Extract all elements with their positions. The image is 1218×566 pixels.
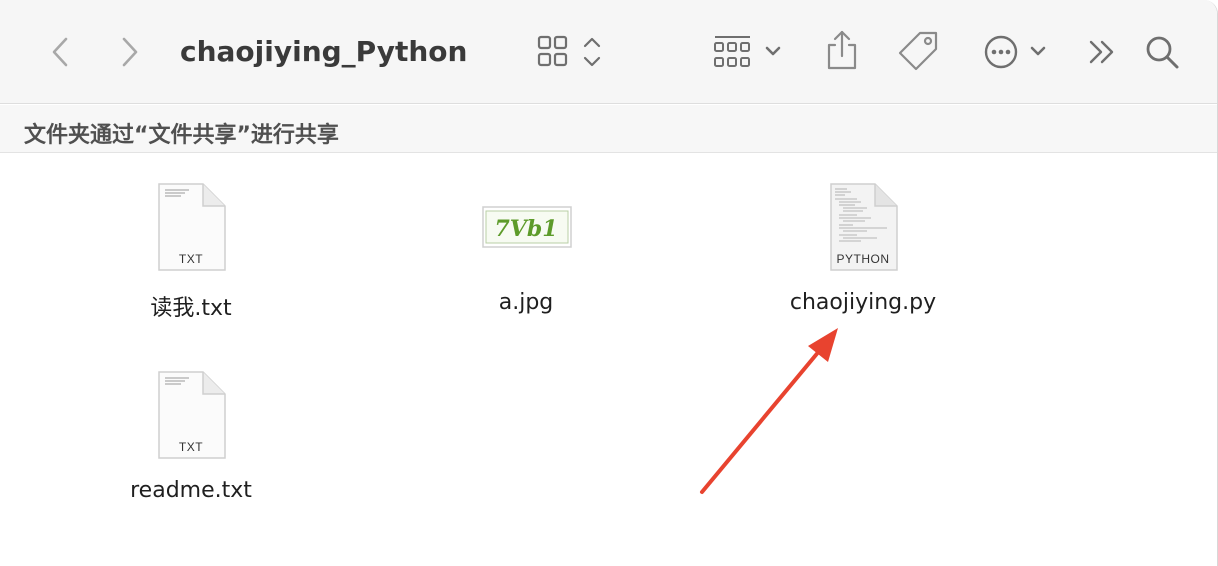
finder-window: chaojiying_Python 文件夹通过“文件共享”进行共享 TXT 读我…	[0, 0, 1218, 566]
more-actions-button[interactable]	[980, 30, 1052, 74]
captcha-text: 7Vb1	[494, 216, 557, 242]
ellipsis-circle-icon	[984, 35, 1046, 69]
search-icon	[1146, 36, 1179, 69]
file-type-badge: TXT	[178, 440, 204, 454]
file-name: a.jpg	[498, 290, 554, 315]
tag-button[interactable]	[894, 28, 942, 74]
file-item-chaojiying-py[interactable]: PYTHON chaojiying.py	[763, 180, 963, 330]
file-item-a-jpg[interactable]: 7Vb1 a.jpg	[426, 180, 626, 330]
double-chevron-right-icon	[1089, 40, 1114, 64]
toolbar: chaojiying_Python	[0, 0, 1217, 104]
search-button[interactable]	[1142, 32, 1182, 72]
group-button[interactable]	[710, 32, 786, 72]
file-type-badge: TXT	[178, 252, 204, 266]
grid-view-icon	[537, 35, 601, 67]
toolbar-overflow-button[interactable]	[1084, 34, 1120, 70]
file-name: readme.txt	[130, 478, 252, 503]
tag-icon	[898, 31, 938, 71]
window-title: chaojiying_Python	[180, 35, 468, 68]
info-bar: 文件夹通过“文件共享”进行共享	[0, 105, 1217, 153]
share-icon	[827, 30, 857, 70]
annotation-arrow	[700, 328, 838, 494]
image-thumbnail-icon: 7Vb1	[482, 206, 572, 248]
forward-button[interactable]	[114, 34, 146, 70]
chevron-right-icon	[122, 37, 138, 67]
file-name: chaojiying.py	[789, 290, 937, 315]
file-type-badge: PYTHON	[836, 252, 890, 266]
file-name: 读我.txt	[150, 296, 232, 321]
back-button[interactable]	[44, 34, 76, 70]
file-item-readme-cn[interactable]: TXT 读我.txt	[91, 180, 291, 330]
share-button[interactable]	[822, 28, 862, 72]
grid-group-icon	[714, 36, 781, 67]
sharing-status: 文件夹通过“文件共享”进行共享	[24, 123, 339, 148]
file-item-readme[interactable]: TXT readme.txt	[91, 368, 291, 518]
chevron-left-icon	[52, 37, 68, 67]
view-mode-button[interactable]	[532, 32, 608, 72]
